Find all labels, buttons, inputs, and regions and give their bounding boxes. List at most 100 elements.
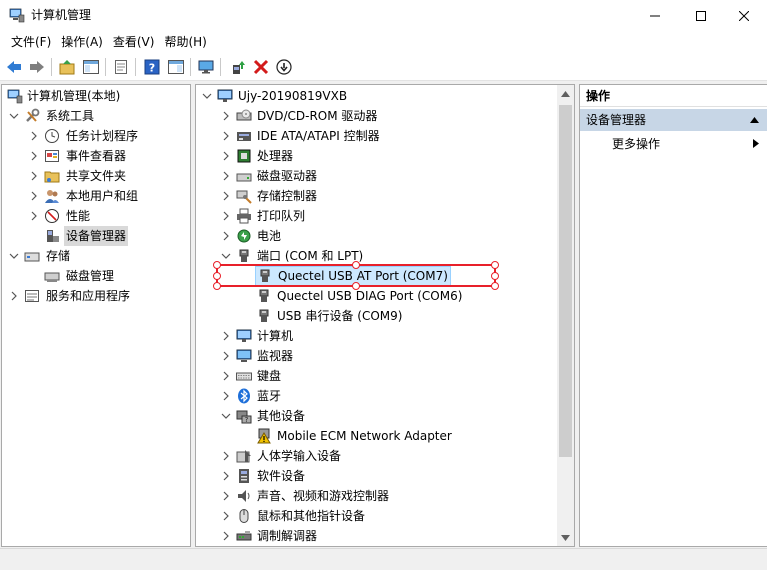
tree-node-system-tools[interactable]: 系统工具: [2, 106, 190, 126]
users-icon: [45, 190, 59, 203]
back-button[interactable]: [5, 58, 23, 76]
tree-node-disk-management[interactable]: 磁盘管理: [2, 266, 190, 286]
scrollbar-thumb[interactable]: [559, 105, 572, 457]
uninstall-icon: [253, 59, 269, 75]
menu-help[interactable]: 帮助(H): [159, 31, 211, 53]
chevron-right-icon[interactable]: [221, 131, 231, 141]
scan-hardware-button[interactable]: [197, 58, 215, 76]
maximize-button[interactable]: [678, 0, 724, 31]
device-tree-root[interactable]: Ujy-20190819VXB: [196, 86, 556, 106]
scroll-up-button[interactable]: [557, 85, 574, 102]
chevron-right-icon[interactable]: [221, 531, 231, 541]
chevron-down-icon[interactable]: [9, 251, 19, 261]
up-level-button[interactable]: [58, 58, 76, 76]
help-button[interactable]: ?: [143, 58, 161, 76]
category-batteries[interactable]: 电池: [196, 226, 556, 246]
chevron-right-icon[interactable]: [29, 191, 39, 201]
chevron-right-icon[interactable]: [221, 231, 231, 241]
update-driver-button[interactable]: [229, 58, 247, 76]
actions-section-device-manager[interactable]: 设备管理器: [580, 109, 767, 131]
disk-icon: [44, 272, 60, 282]
chevron-right-icon[interactable]: [221, 371, 231, 381]
chevron-right-icon[interactable]: [221, 171, 231, 181]
category-ports[interactable]: 端口 (COM 和 LPT): [196, 246, 556, 266]
computer-management-icon: [7, 89, 23, 104]
menu-file[interactable]: 文件(F): [6, 31, 56, 53]
tree-node-event-viewer[interactable]: 事件查看器: [2, 146, 190, 166]
device-tree-pane[interactable]: Ujy-20190819VXB DVD/CD-ROM 驱动器 IDE ATA/A…: [195, 84, 575, 547]
category-mice[interactable]: 鼠标和其他指针设备: [196, 506, 556, 526]
category-software-devices[interactable]: 软件设备: [196, 466, 556, 486]
chevron-right-icon[interactable]: [221, 451, 231, 461]
disable-device-button[interactable]: [275, 58, 293, 76]
tree-node-computer-management[interactable]: 计算机管理(本地): [2, 86, 190, 106]
tree-node-shared-folders[interactable]: 共享文件夹: [2, 166, 190, 186]
chevron-right-icon[interactable]: [29, 131, 39, 141]
tree-label: 存储: [46, 249, 71, 263]
chevron-right-icon[interactable]: [29, 151, 39, 161]
category-disk-drives[interactable]: 磁盘驱动器: [196, 166, 556, 186]
device-usb-serial[interactable]: USB 串行设备 (COM9): [196, 306, 556, 326]
tree-node-task-scheduler[interactable]: 任务计划程序: [2, 126, 190, 146]
device-quectel-at-port[interactable]: Quectel USB AT Port (COM7): [255, 266, 451, 286]
chevron-right-icon[interactable]: [221, 391, 231, 401]
action-pane-button[interactable]: [167, 58, 185, 76]
tree-node-services-apps[interactable]: 服务和应用程序: [2, 286, 190, 306]
category-label: 处理器: [257, 149, 294, 163]
category-bluetooth[interactable]: 蓝牙: [196, 386, 556, 406]
chevron-down-icon[interactable]: [9, 111, 19, 121]
device-mobile-ecm[interactable]: Mobile ECM Network Adapter: [196, 426, 556, 446]
chevron-right-icon[interactable]: [29, 171, 39, 181]
chevron-down-icon[interactable]: [221, 251, 231, 261]
category-audio[interactable]: 声音、视频和游戏控制器: [196, 486, 556, 506]
category-computer[interactable]: 计算机: [196, 326, 556, 346]
category-print-queues[interactable]: 打印队列: [196, 206, 556, 226]
chevron-right-icon[interactable]: [221, 151, 231, 161]
show-hide-tree-button[interactable]: [82, 58, 100, 76]
category-processor[interactable]: 处理器: [196, 146, 556, 166]
close-button[interactable]: [721, 0, 767, 31]
update-driver-icon: [233, 61, 245, 74]
chevron-right-icon[interactable]: [221, 491, 231, 501]
chevron-right-icon[interactable]: [29, 211, 39, 221]
chevron-right-icon[interactable]: [221, 111, 231, 121]
chevron-right-icon[interactable]: [221, 471, 231, 481]
category-dvd[interactable]: DVD/CD-ROM 驱动器: [196, 106, 556, 126]
device-label: Quectel USB DIAG Port (COM6): [277, 289, 463, 303]
menu-bar: 文件(F) 操作(A) 查看(V) 帮助(H): [0, 31, 767, 53]
chevron-right-icon[interactable]: [9, 291, 19, 301]
tree-node-storage[interactable]: 存储: [2, 246, 190, 266]
device-tree-scrollbar[interactable]: [557, 85, 574, 546]
category-modems[interactable]: 调制解调器: [196, 526, 556, 546]
chevron-down-icon[interactable]: [202, 91, 212, 101]
category-monitors[interactable]: 监视器: [196, 346, 556, 366]
chevron-right-icon[interactable]: [221, 331, 231, 341]
menu-view[interactable]: 查看(V): [108, 31, 160, 53]
category-ide[interactable]: IDE ATA/ATAPI 控制器: [196, 126, 556, 146]
collapse-up-icon[interactable]: [750, 117, 759, 123]
chevron-right-icon[interactable]: [221, 351, 231, 361]
tree-node-performance[interactable]: 性能: [2, 206, 190, 226]
more-actions-item[interactable]: 更多操作: [580, 133, 767, 155]
category-keyboards[interactable]: 键盘: [196, 366, 556, 386]
scroll-down-button[interactable]: [557, 529, 574, 546]
device-quectel-diag-port[interactable]: Quectel USB DIAG Port (COM6): [196, 286, 556, 306]
tree-node-local-users[interactable]: 本地用户和组: [2, 186, 190, 206]
properties-button[interactable]: [112, 58, 130, 76]
tree-label: 服务和应用程序: [46, 289, 131, 303]
chevron-down-icon[interactable]: [221, 411, 231, 421]
chevron-right-icon[interactable]: [221, 211, 231, 221]
chevron-right-icon[interactable]: [221, 511, 231, 521]
tree-node-device-manager[interactable]: 设备管理器: [2, 226, 190, 246]
menu-action[interactable]: 操作(A): [56, 31, 108, 53]
category-label: 人体学输入设备: [257, 449, 342, 463]
category-hid[interactable]: 人体学输入设备: [196, 446, 556, 466]
storage-icon: [24, 252, 40, 262]
minimize-button[interactable]: [632, 0, 678, 31]
category-storage-controllers[interactable]: 存储控制器: [196, 186, 556, 206]
forward-button[interactable]: [28, 58, 46, 76]
chevron-right-icon[interactable]: [221, 191, 231, 201]
console-tree-pane[interactable]: 计算机管理(本地) 系统工具 任务计划程序 事件查看器 共享文件夹 本地用户和组: [1, 84, 191, 547]
uninstall-device-button[interactable]: [252, 58, 270, 76]
category-other-devices[interactable]: ? 其他设备: [196, 406, 556, 426]
